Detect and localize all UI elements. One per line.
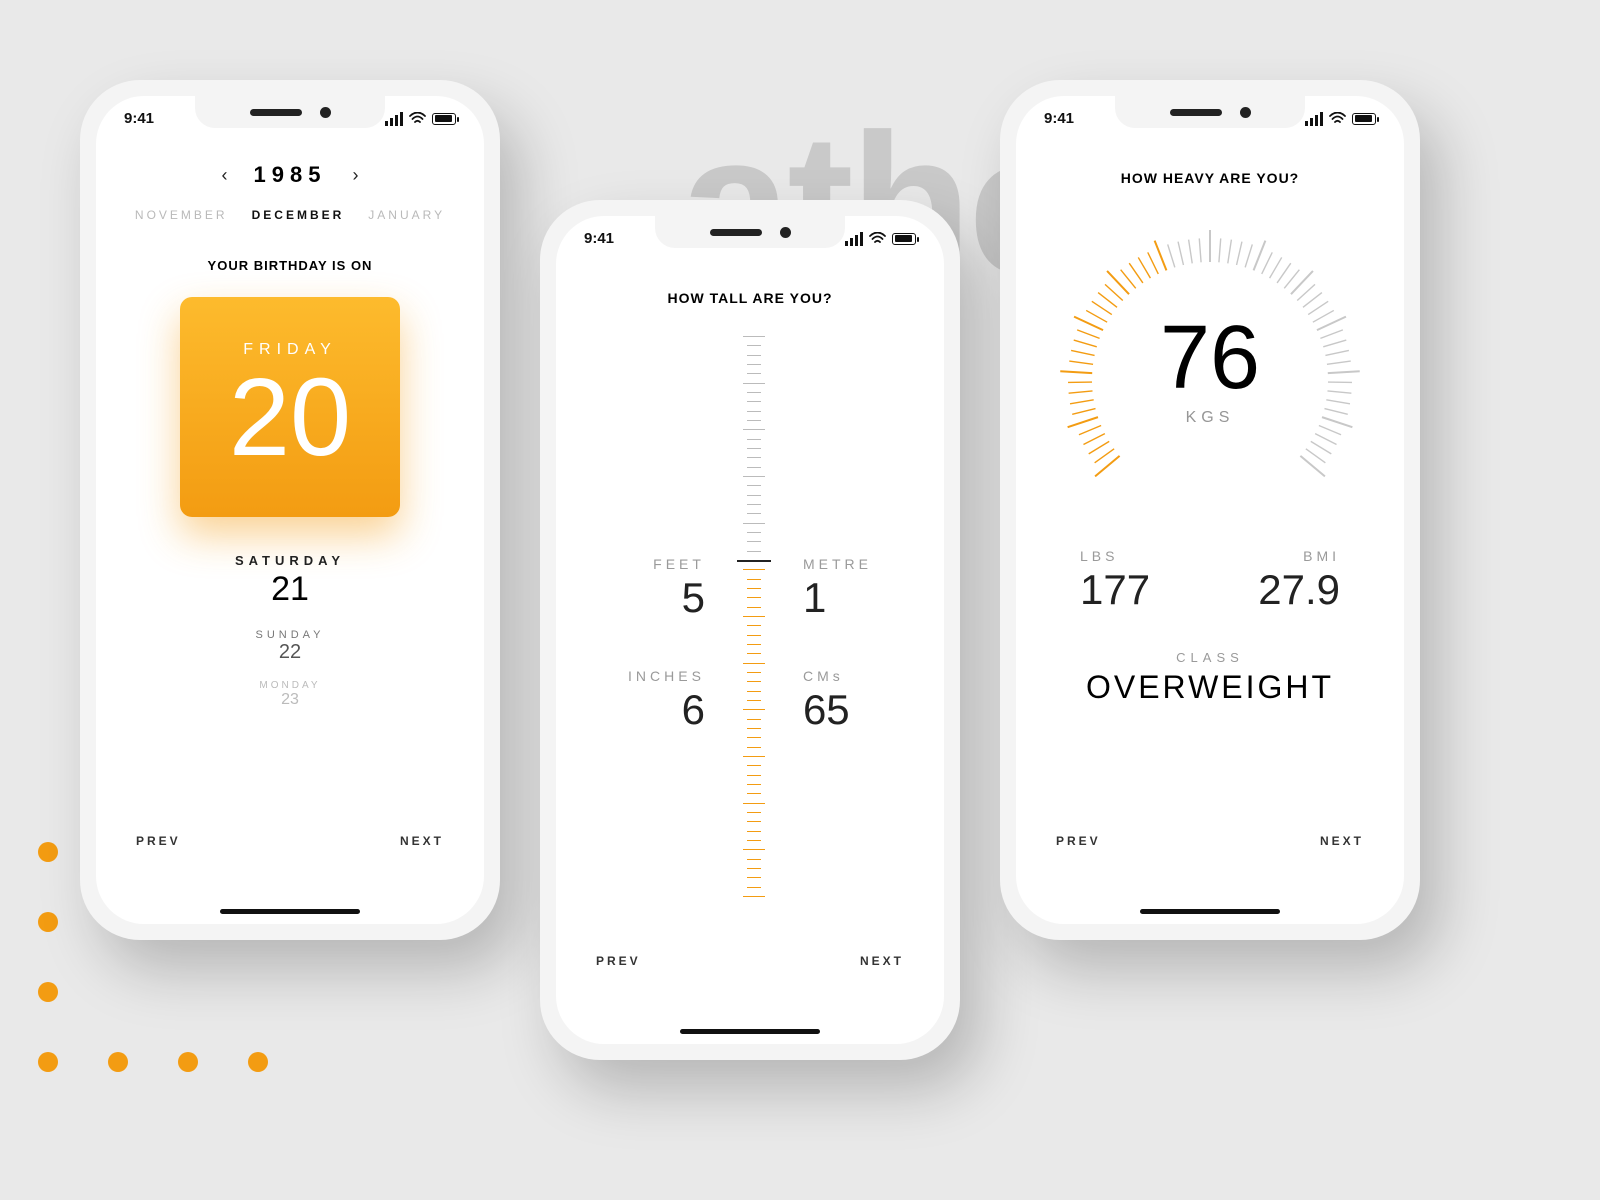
list-item[interactable]: SATURDAY 21 bbox=[126, 553, 454, 609]
day-number: 22 bbox=[126, 641, 454, 664]
phone-birthday: 9:41 ‹ 1985 › NOVEMBER DECEMBER JANUARY bbox=[80, 80, 500, 940]
selected-day-card[interactable]: FRIDAY 20 bbox=[180, 297, 400, 517]
bmi-block: BMI 27.9 bbox=[1258, 548, 1340, 614]
inches-value: 6 bbox=[628, 686, 705, 734]
lbs-label: LBS bbox=[1080, 548, 1150, 564]
feet-label: FEET bbox=[653, 556, 705, 572]
birthday-headline: YOUR BIRTHDAY IS ON bbox=[126, 258, 454, 273]
lbs-value: 177 bbox=[1080, 566, 1150, 614]
day-of-week: SATURDAY bbox=[126, 553, 454, 568]
month-current: DECEMBER bbox=[252, 208, 345, 222]
class-value: OVERWEIGHT bbox=[1046, 669, 1374, 706]
lbs-block: LBS 177 bbox=[1080, 548, 1150, 614]
next-button[interactable]: NEXT bbox=[400, 834, 444, 848]
list-item[interactable]: SUNDAY 22 bbox=[126, 629, 454, 664]
year-picker[interactable]: ‹ 1985 › bbox=[126, 162, 454, 188]
home-indicator[interactable] bbox=[220, 909, 360, 914]
day-number: 21 bbox=[126, 570, 454, 609]
chevron-left-icon[interactable]: ‹ bbox=[222, 165, 228, 186]
weight-title: HOW HEAVY ARE YOU? bbox=[1046, 170, 1374, 186]
phone-weight: 9:41 HOW HEAVY ARE YOU? 76 KGS bbox=[1000, 80, 1420, 940]
feet-value: 5 bbox=[653, 574, 705, 622]
weight-value: 76 bbox=[1160, 313, 1260, 403]
phone-height: 9:41 HOW TALL ARE YOU? FEET 5 bbox=[540, 200, 960, 1060]
metre-block: METRE 1 bbox=[803, 556, 872, 622]
class-label: CLASS bbox=[1046, 650, 1374, 665]
cms-block: CMs 65 bbox=[803, 668, 850, 734]
cms-value: 65 bbox=[803, 686, 850, 734]
selected-day-number: 20 bbox=[229, 363, 351, 473]
height-title: HOW TALL ARE YOU? bbox=[586, 290, 914, 306]
upcoming-days[interactable]: SATURDAY 21 SUNDAY 22 MONDAY 23 bbox=[126, 553, 454, 709]
month-prev[interactable]: NOVEMBER bbox=[135, 208, 228, 222]
prev-button[interactable]: PREV bbox=[596, 954, 641, 968]
weight-unit: KGS bbox=[1186, 409, 1235, 427]
prev-button[interactable]: PREV bbox=[1056, 834, 1101, 848]
weight-gauge[interactable]: 76 KGS bbox=[1050, 210, 1370, 530]
bmi-class-block: CLASS OVERWEIGHT bbox=[1046, 650, 1374, 706]
next-button[interactable]: NEXT bbox=[1320, 834, 1364, 848]
year-value: 1985 bbox=[254, 162, 327, 188]
list-item[interactable]: MONDAY 23 bbox=[126, 680, 454, 709]
day-number: 23 bbox=[126, 691, 454, 709]
day-of-week: SUNDAY bbox=[126, 629, 454, 641]
day-of-week: MONDAY bbox=[126, 680, 454, 691]
feet-block: FEET 5 bbox=[653, 556, 705, 622]
month-picker[interactable]: NOVEMBER DECEMBER JANUARY bbox=[126, 208, 454, 222]
metre-label: METRE bbox=[803, 556, 872, 572]
chevron-right-icon[interactable]: › bbox=[352, 165, 358, 186]
next-button[interactable]: NEXT bbox=[860, 954, 904, 968]
home-indicator[interactable] bbox=[680, 1029, 820, 1034]
inches-block: INCHES 6 bbox=[628, 668, 705, 734]
prev-button[interactable]: PREV bbox=[136, 834, 181, 848]
month-next[interactable]: JANUARY bbox=[368, 208, 445, 222]
height-ruler[interactable] bbox=[739, 336, 769, 896]
home-indicator[interactable] bbox=[1140, 909, 1280, 914]
bmi-value: 27.9 bbox=[1258, 566, 1340, 614]
bmi-label: BMI bbox=[1258, 548, 1340, 564]
cms-label: CMs bbox=[803, 668, 850, 684]
inches-label: INCHES bbox=[628, 668, 705, 684]
metre-value: 1 bbox=[803, 574, 872, 622]
